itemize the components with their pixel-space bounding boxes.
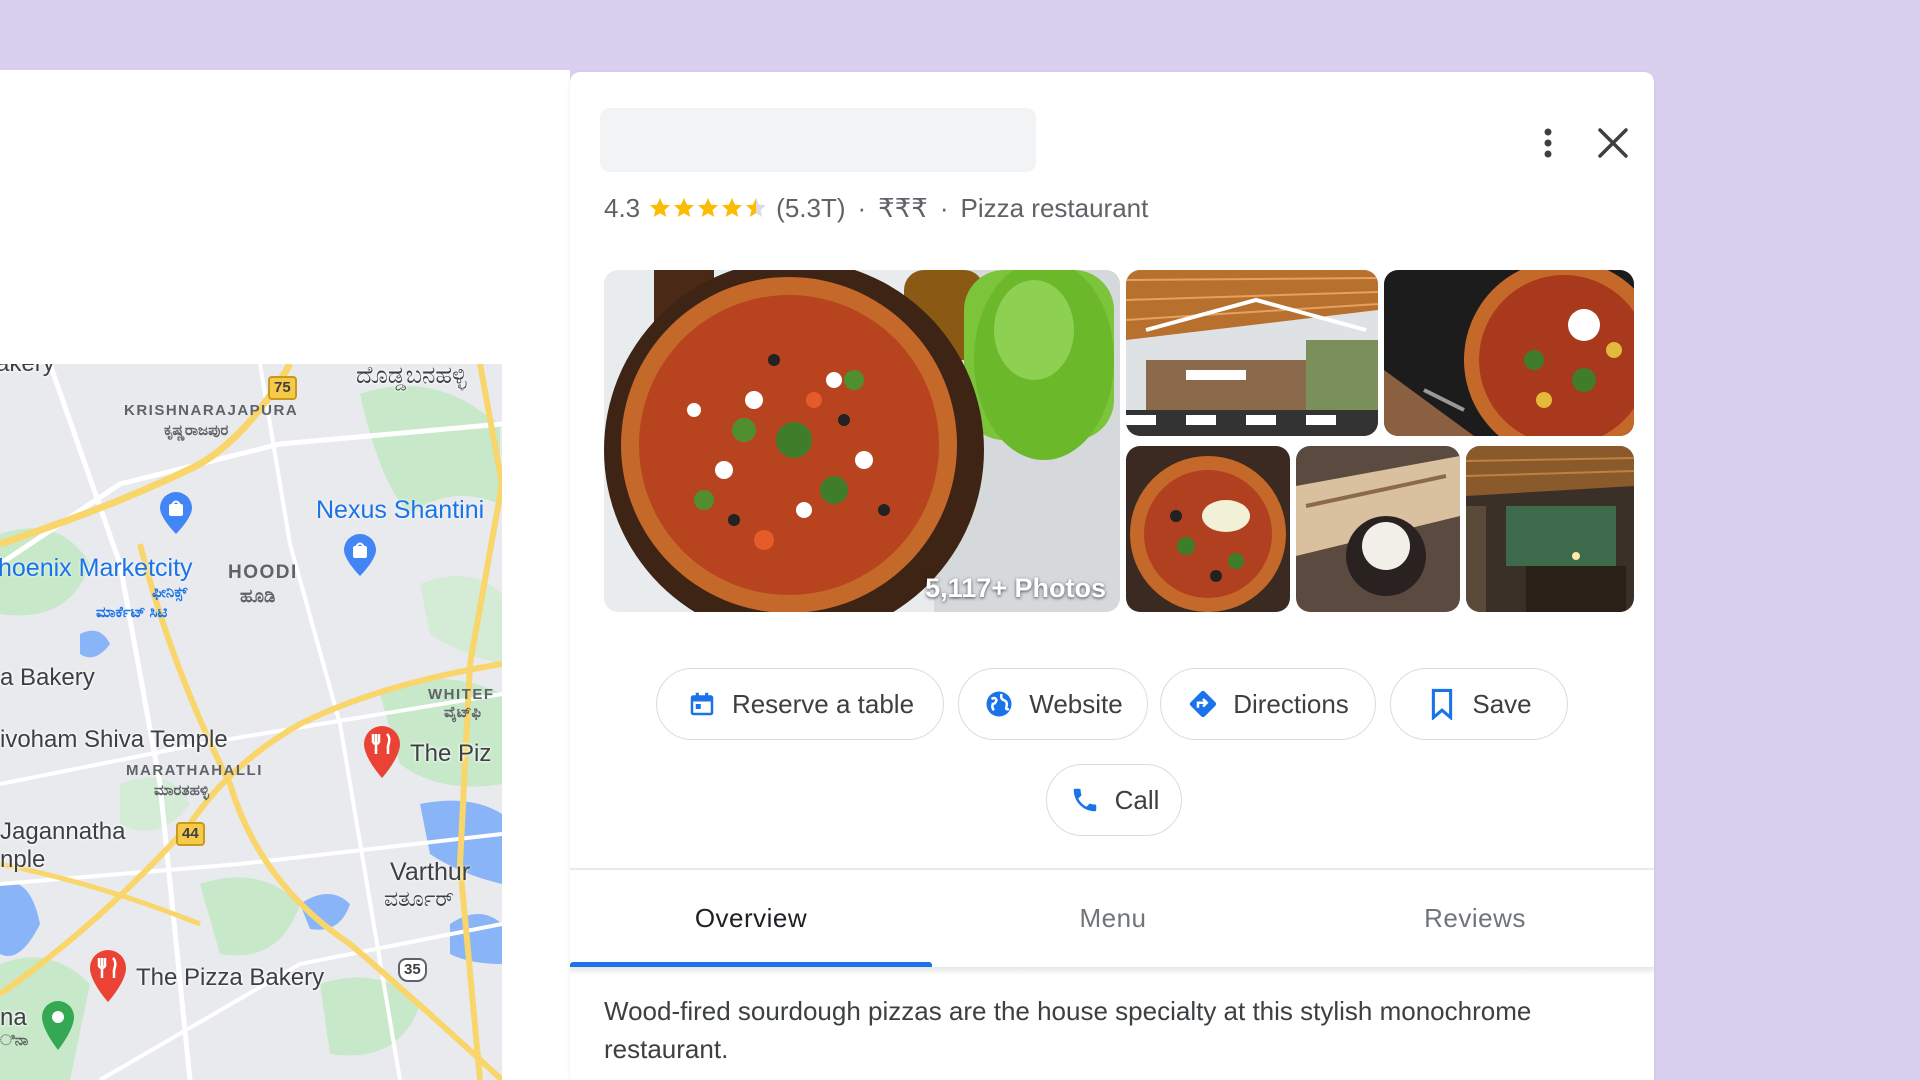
star-half-icon [746,198,767,217]
map-label-krishnarajapura-kn: ಕೃಷ್ಣರಾಜಪುರ [164,422,229,439]
place-description: Wood-fired sourdough pizzas are the hous… [604,996,1532,1064]
map-label-nexus[interactable]: Nexus Shantini [316,496,484,525]
map-label-whitefield: WHITEF [428,686,495,703]
save-label: Save [1472,688,1532,719]
map-label-bakery-top: akery [0,364,55,378]
separator: · [857,192,867,223]
star-icon [722,198,743,217]
map-label-pizza-right[interactable]: The Piz [410,740,491,768]
tab-menu-label: Menu [1079,902,1147,933]
photo-main-pizza[interactable]: 5,117+ Photos [604,270,1120,612]
separator: · [939,192,949,223]
map-label-hoodi: HOODI [228,562,298,583]
map-label-marathahalli-kn: ಮಾರತಹಳ್ಳಿ [154,782,209,799]
tab-overview[interactable]: Overview [570,870,932,966]
globe-icon [983,688,1015,720]
tabs-shadow [570,967,1654,975]
star-icon [650,198,671,217]
tab-reviews-label: Reviews [1424,902,1526,933]
map-label-phoenix-kn2: ಮಾರ್ಕೆಟ್ ಸಿಟಿ [96,604,168,621]
pizza-overhead-photo-image [1384,270,1634,436]
bread-photo-image [1296,446,1460,612]
star-icon [698,198,719,217]
place-tabs: Overview Menu Reviews [570,870,1654,966]
save-button[interactable]: Save [1390,668,1568,740]
close-icon [1598,128,1628,158]
calendar-icon [686,688,718,720]
place-panel: 4.3 (5.3T) · ₹₹₹ · Pizza restaurant 5,11… [570,72,1654,1080]
photo-bread-dip[interactable] [1296,446,1460,612]
map-label-varthur: Varthur [390,858,471,886]
photo-count-label[interactable]: 5,117+ Photos [925,573,1106,604]
directions-label: Directions [1233,688,1349,719]
highway-shield-35: 35 [398,958,427,982]
tab-reviews[interactable]: Reviews [1294,870,1656,966]
interior-photo-image [1126,270,1378,436]
rating-stars [648,196,768,220]
price-level: ₹₹₹ [878,192,928,223]
tab-overview-label: Overview [694,902,808,933]
call-button[interactable]: Call [1046,764,1182,836]
map-label-marathahalli: MARATHAHALLI [126,762,263,779]
map[interactable]: akery ದೊಡ್ಡಬನಹಳ್ಳಿ 75 KRISHNARAJAPURA ಕೃ… [0,364,502,1080]
call-label: Call [1114,784,1160,815]
map-label-kn-top: ದೊಡ್ಡಬನಹಳ್ಳಿ [356,364,467,389]
map-label-krishnarajapura: KRISHNARAJAPURA [124,402,299,419]
map-label-jagannatha[interactable]: Jagannatha [0,818,125,846]
map-label-ana-kn: ಿನಾ [0,1032,29,1049]
map-label-varthur-kn: ವರ್ತೂರ್ [384,886,454,911]
interior-dark-photo-image [1466,446,1634,612]
photo-pizza-closeup[interactable] [1126,446,1290,612]
map-label-whitefield-kn: ವೈಟ್‌ಫಿ [444,704,482,721]
directions-button[interactable]: Directions [1160,668,1376,740]
directions-icon [1187,688,1219,720]
star-icon [674,198,695,217]
highway-shield-75: 75 [268,376,297,400]
more-vert-icon [1544,128,1552,158]
rating-value: 4.3 [604,192,641,223]
photo-interior[interactable] [1126,270,1378,436]
map-label-shiva-temple[interactable]: ivoham Shiva Temple [0,726,228,754]
place-meta: 4.3 (5.3T) · ₹₹₹ · Pizza restaurant [604,188,1148,228]
review-count[interactable]: (5.3T) [776,193,845,224]
highway-shield-44: 44 [176,822,205,846]
close-button[interactable] [1588,118,1638,168]
website-label: Website [1029,688,1123,719]
map-label-pizza-bakery[interactable]: The Pizza Bakery [136,964,324,992]
place-category[interactable]: Pizza restaurant [960,193,1148,224]
website-button[interactable]: Website [958,668,1148,740]
map-label-phoenix[interactable]: hoenix Marketcity [0,554,193,583]
reserve-table-button[interactable]: Reserve a table [656,668,944,740]
map-label-phoenix-kn: ಫೀನಿಕ್ಸ್ [152,584,188,601]
map-label-hoodi-kn: ಹೂಡಿ [240,586,276,606]
place-title-placeholder [600,108,1036,172]
pizza-photo-image [604,270,1120,612]
map-label-temple[interactable]: nple [0,846,45,874]
photo-pizza-overhead[interactable] [1384,270,1634,436]
map-label-ana[interactable]: na [0,1004,27,1032]
more-options-button[interactable] [1528,118,1568,168]
pizza-closeup-photo-image [1126,446,1290,612]
reserve-table-label: Reserve a table [731,688,915,719]
tab-menu[interactable]: Menu [932,870,1294,966]
bookmark-icon [1426,688,1458,720]
phone-icon [1069,784,1101,816]
photo-interior-dark[interactable] [1466,446,1634,612]
map-label-bakery-left[interactable]: a Bakery [0,664,95,692]
